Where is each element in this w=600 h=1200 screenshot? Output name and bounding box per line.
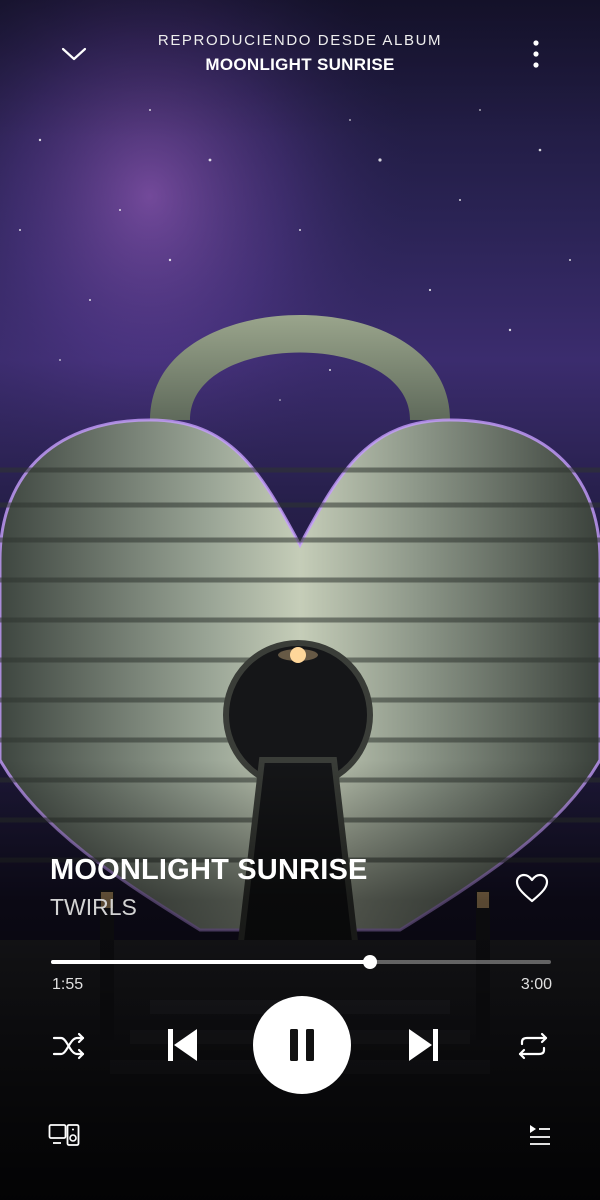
- shuffle-button[interactable]: [48, 1026, 90, 1066]
- shuffle-icon: [52, 1032, 85, 1060]
- skip-next-icon: [409, 1029, 438, 1061]
- queue-icon: [530, 1125, 550, 1145]
- collapse-player-button[interactable]: [54, 34, 94, 74]
- chevron-down-icon: [61, 47, 87, 61]
- connect-devices-icon: [48, 1124, 80, 1146]
- skip-previous-icon: [168, 1029, 197, 1061]
- pause-icon: [290, 1029, 314, 1061]
- elapsed-time: 1:55: [52, 976, 84, 993]
- track-title[interactable]: MOONLIGHT SUNRISE: [50, 854, 368, 887]
- like-button[interactable]: [510, 866, 554, 910]
- now-playing-context: REPRODUCIENDO DESDE ALBUM MOONLIGHT SUNR…: [120, 32, 480, 75]
- previous-track-button[interactable]: [160, 1022, 204, 1068]
- next-track-button[interactable]: [402, 1022, 446, 1068]
- heart-outline-icon: [515, 873, 549, 903]
- more-vertical-icon: [533, 40, 539, 68]
- pause-button[interactable]: [253, 996, 351, 1094]
- more-options-button[interactable]: [516, 34, 556, 74]
- connect-devices-button[interactable]: [44, 1118, 84, 1152]
- repeat-icon: [518, 1032, 548, 1060]
- context-label: REPRODUCIENDO DESDE ALBUM: [157, 32, 443, 49]
- queue-button[interactable]: [520, 1118, 558, 1152]
- track-artist[interactable]: TWIRLS: [50, 894, 137, 921]
- seek-bar[interactable]: [51, 955, 551, 969]
- context-name[interactable]: MOONLIGHT SUNRISE: [120, 55, 480, 75]
- seek-bar-handle[interactable]: [363, 955, 377, 969]
- repeat-button[interactable]: [512, 1026, 554, 1066]
- player-header: REPRODUCIENDO DESDE ALBUM MOONLIGHT SUNR…: [0, 0, 600, 100]
- total-duration: 3:00: [520, 976, 552, 993]
- seek-bar-elapsed: [51, 960, 370, 964]
